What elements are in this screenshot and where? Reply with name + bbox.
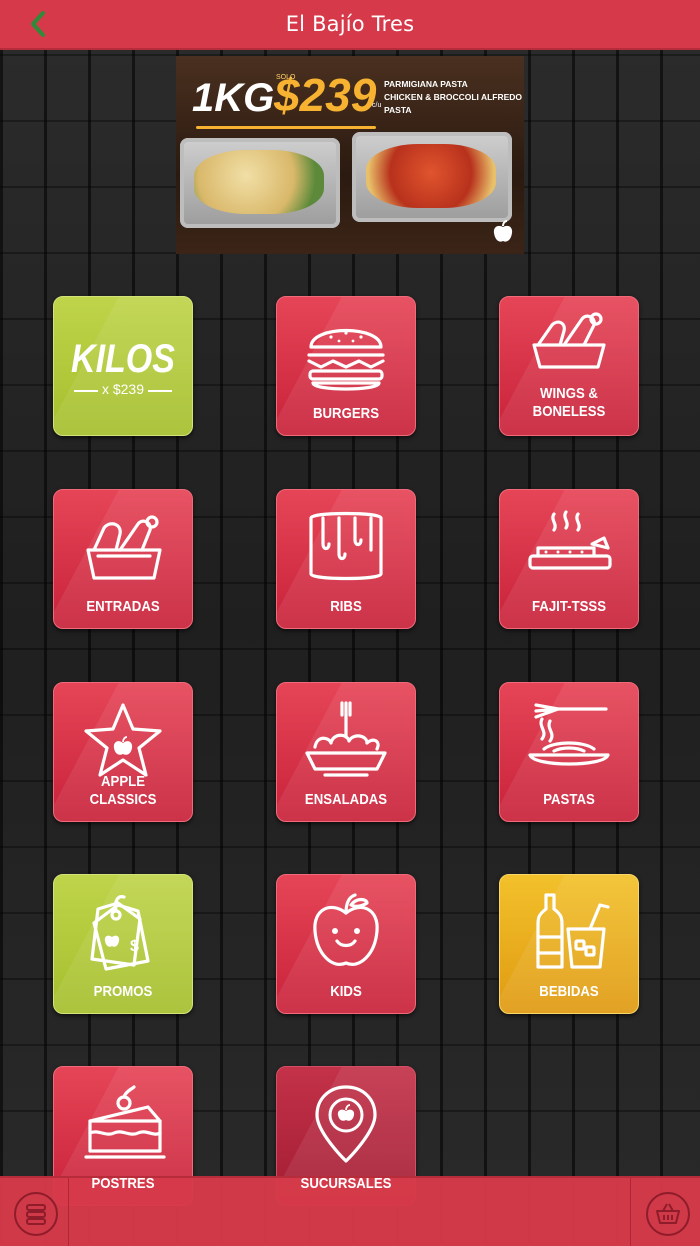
page-title: El Bajío Tres — [285, 12, 415, 36]
promos-label: PROMOS — [93, 983, 153, 1000]
ribs-label: RIBS — [330, 598, 362, 615]
banner-line-2: CHICKEN & BROCCOLI ALFREDO PASTA — [384, 92, 523, 115]
apple-logo-icon — [493, 220, 513, 242]
wings-label: WINGS & BONELESS — [532, 385, 606, 420]
burgers-label: BURGERS — [312, 405, 379, 422]
apple-classics-label: APPLE CLASSICS — [89, 773, 157, 808]
svg-text:$: $ — [130, 938, 139, 955]
entradas-label: ENTRADAS — [86, 598, 160, 615]
wings-basket-icon — [532, 312, 606, 369]
ensaladas-label: ENSALADAS — [304, 791, 388, 808]
pasta-fork-icon — [528, 703, 610, 766]
promo-banner[interactable]: 1KG $239 SOLO c/u PARMIGIANA PASTA CHICK… — [176, 56, 524, 254]
bebidas-label: BEBIDAS — [539, 983, 599, 1000]
fajitas-label: FAJIT-TSSS — [531, 598, 607, 615]
category-postres[interactable]: POSTRES — [53, 1066, 193, 1206]
category-kids[interactable]: KIDS — [276, 874, 416, 1014]
category-apple-classics[interactable]: APPLE CLASSICS — [53, 682, 193, 822]
price-tags-icon: $ — [90, 895, 150, 971]
star-apple-icon — [84, 703, 162, 777]
category-entradas[interactable]: ENTRADAS — [53, 489, 193, 629]
kids-label: KIDS — [330, 983, 362, 1000]
ribs-icon — [309, 511, 383, 581]
location-pin-icon — [315, 1085, 377, 1163]
menu-button[interactable] — [14, 1192, 58, 1236]
sucursales-label: SUCURSALES — [300, 1175, 392, 1192]
category-bebidas[interactable]: BEBIDAS — [499, 874, 639, 1014]
banner-line-1: PARMIGIANA PASTA — [384, 79, 468, 89]
salad-bowl-icon — [305, 701, 387, 777]
kilos-price: x $239 — [101, 381, 145, 397]
category-burgers[interactable]: BURGERS — [276, 296, 416, 436]
banner-headline: 1KG — [192, 76, 275, 120]
category-fajitas[interactable]: FAJIT-TSSS — [499, 489, 639, 629]
category-pastas[interactable]: PASTAS — [499, 682, 639, 822]
category-sucursales[interactable]: SUCURSALES — [276, 1066, 416, 1206]
drinks-icon — [536, 893, 610, 969]
cart-button[interactable] — [646, 1192, 690, 1236]
category-ensaladas[interactable]: ENSALADAS — [276, 682, 416, 822]
chicken-basket-icon — [86, 515, 162, 580]
category-promos[interactable]: $ PROMOS — [53, 874, 193, 1014]
stack-icon — [26, 1204, 46, 1225]
kilos-dash-right — [148, 390, 172, 392]
banner-description: PARMIGIANA PASTA CHICKEN & BROCCOLI ALFR… — [384, 78, 524, 117]
top-app-bar: El Bajío Tres — [0, 0, 700, 50]
banner-underline — [196, 126, 376, 129]
chevron-left-icon — [31, 11, 45, 37]
tray-parmigiana — [352, 132, 512, 222]
tray-alfredo — [180, 138, 340, 228]
category-ribs[interactable]: RIBS — [276, 489, 416, 629]
basket-icon — [656, 1203, 680, 1224]
back-button[interactable] — [24, 10, 52, 38]
apple-face-icon — [313, 893, 379, 966]
category-kilos[interactable]: KILOS x $239 — [53, 296, 193, 436]
banner-solo: SOLO — [276, 74, 296, 81]
kilos-dash-left — [74, 390, 98, 392]
bottom-divider-right — [630, 1178, 631, 1246]
cake-slice-icon — [84, 1085, 166, 1159]
fajitas-skillet-icon — [528, 510, 612, 570]
postres-label: POSTRES — [91, 1175, 155, 1192]
category-wings[interactable]: WINGS & BONELESS — [499, 296, 639, 436]
burger-icon — [307, 329, 385, 391]
kilos-title: KILOS — [71, 337, 175, 381]
pastas-label: PASTAS — [543, 791, 595, 808]
banner-cu: c/u — [372, 102, 382, 109]
